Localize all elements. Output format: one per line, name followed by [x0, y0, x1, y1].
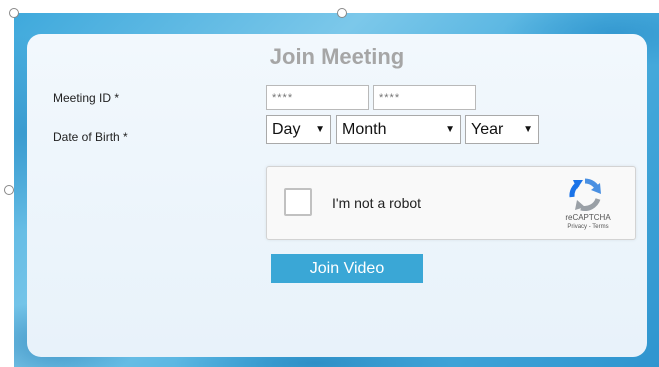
recaptcha-brand: reCAPTCHA: [565, 213, 611, 222]
meeting-id-part2-input[interactable]: [373, 85, 476, 110]
recaptcha-logo-icon: [569, 178, 601, 211]
screenshot-stage: Join Meeting Meeting ID * Date of Birth …: [0, 0, 659, 367]
recaptcha-widget: I'm not a robot reCAPTCHA Privacy - Term…: [266, 166, 636, 240]
day-select-value: Day: [272, 120, 301, 138]
year-select[interactable]: Year ▼: [465, 115, 539, 144]
page-title: Join Meeting: [269, 44, 405, 69]
resize-handle-top[interactable]: [337, 8, 347, 18]
month-select-value: Month: [342, 120, 387, 138]
day-select[interactable]: Day ▼: [266, 115, 331, 144]
month-select[interactable]: Month ▼: [336, 115, 461, 144]
year-select-value: Year: [471, 120, 504, 138]
recaptcha-privacy-terms-link[interactable]: Privacy - Terms: [543, 224, 633, 230]
recaptcha-label: I'm not a robot: [332, 195, 422, 211]
recaptcha-checkbox[interactable]: [284, 188, 312, 216]
resize-handle-left[interactable]: [4, 185, 14, 195]
year-dropdown-arrow-icon: ▼: [523, 124, 533, 135]
join-meeting-panel: Join Meeting Meeting ID * Date of Birth …: [27, 34, 647, 357]
month-dropdown-arrow-icon: ▼: [445, 124, 455, 135]
meeting-id-part1-input[interactable]: [266, 85, 369, 110]
date-of-birth-label: Date of Birth *: [53, 130, 128, 144]
meeting-id-label: Meeting ID *: [53, 91, 120, 105]
day-dropdown-arrow-icon: ▼: [315, 124, 325, 135]
resize-handle-top-left[interactable]: [9, 8, 19, 18]
join-video-button[interactable]: Join Video: [271, 254, 423, 283]
